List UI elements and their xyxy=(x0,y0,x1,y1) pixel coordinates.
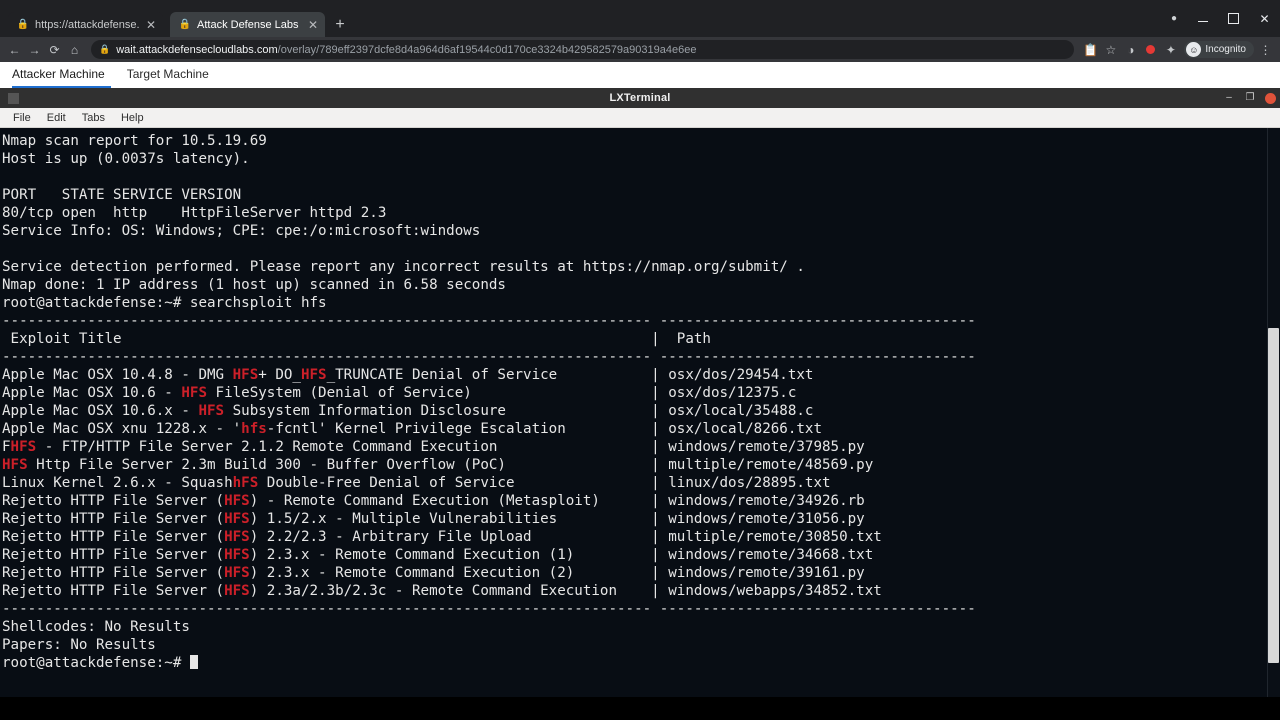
bookmark-star-icon[interactable]: ☆ xyxy=(1102,41,1119,58)
browser-tab-2-title: Attack Defense Labs xyxy=(197,18,299,31)
terminal-table-row: HFS Http File Server 2.3m Build 300 - Bu… xyxy=(2,457,874,473)
incognito-icon: ☺ xyxy=(1186,42,1202,57)
lxterminal-title: LXTerminal xyxy=(609,92,671,104)
window-maximize-button[interactable] xyxy=(1218,0,1249,37)
browser-chrome: 🔒 https://attackdefense.com/challe ✕ 🔒 A… xyxy=(0,0,1280,62)
incognito-indicator[interactable]: ☺ Incognito xyxy=(1184,41,1254,58)
close-icon[interactable]: ✕ xyxy=(307,19,319,31)
extension-circle-icon[interactable]: ◑ xyxy=(1122,41,1139,58)
terminal-cursor xyxy=(189,655,198,669)
terminal-table-row: Apple Mac OSX 10.4.8 - DMG HFS+ DO_HFS_T… xyxy=(2,367,814,383)
profile-indicator-icon[interactable]: ● xyxy=(1161,13,1187,24)
terminal-table-row: Apple Mac OSX xnu 1228.x - 'hfs-fcntl' K… xyxy=(2,421,823,437)
site-lock-icon: 🔒 xyxy=(99,44,111,54)
terminal-scrollbar[interactable] xyxy=(1267,128,1280,697)
terminal-scrollbar-thumb[interactable] xyxy=(1268,328,1279,663)
reload-icon[interactable]: ⟳ xyxy=(46,41,63,58)
window-controls: ● ✕ xyxy=(1161,0,1280,37)
terminal-table-row: Rejetto HTTP File Server (HFS) 2.2/2.3 -… xyxy=(2,529,882,545)
lxterminal-window-buttons: – ❐ xyxy=(1223,92,1276,104)
terminal-table-row: Rejetto HTTP File Server (HFS) 1.5/2.x -… xyxy=(2,511,865,527)
menu-help[interactable]: Help xyxy=(114,111,151,125)
record-indicator-icon[interactable] xyxy=(1142,41,1159,58)
terminal-line: Papers: No Results xyxy=(2,637,156,653)
lxterminal-menubar: File Edit Tabs Help xyxy=(0,108,1280,128)
browser-tab-1[interactable]: 🔒 https://attackdefense.com/challe ✕ xyxy=(8,12,163,37)
browser-toolbar: ← → ⟳ ⌂ 🔒 wait.attackdefensecloudlabs.co… xyxy=(0,37,1280,62)
terminal-table-row: Rejetto HTTP File Server (HFS) 2.3.x - R… xyxy=(2,565,865,581)
menu-tabs[interactable]: Tabs xyxy=(75,111,112,125)
terminal-separator: ----------------------------------------… xyxy=(2,313,976,329)
terminal-line: PORT STATE SERVICE VERSION xyxy=(2,187,242,203)
terminal-table-row: Linux Kernel 2.6.x - SquashhFS Double-Fr… xyxy=(2,475,831,491)
terminal-line: Shellcodes: No Results xyxy=(2,619,190,635)
terminal-screen[interactable]: Nmap scan report for 10.5.19.69 Host is u… xyxy=(0,128,1280,697)
menu-edit[interactable]: Edit xyxy=(40,111,73,125)
terminal-output: Nmap scan report for 10.5.19.69 Host is u… xyxy=(2,132,1280,672)
browser-menu-icon[interactable]: ⋮ xyxy=(1257,41,1274,58)
incognito-label: Incognito xyxy=(1205,44,1246,55)
tab-attacker-machine[interactable]: Attacker Machine xyxy=(12,67,111,88)
terminal-line: Nmap scan report for 10.5.19.69 xyxy=(2,133,267,149)
clipboard-icon[interactable]: 📋 xyxy=(1082,41,1099,58)
terminal-line: root@attackdefense:~# searchsploit hfs xyxy=(2,295,327,311)
terminal-table-row: FHFS - FTP/HTTP File Server 2.1.2 Remote… xyxy=(2,439,865,455)
machine-tabs: Attacker Machine Target Machine xyxy=(0,62,1280,88)
terminal-line: Service detection performed. Please repo… xyxy=(2,259,805,275)
terminal-line: Nmap done: 1 IP address (1 host up) scan… xyxy=(2,277,506,293)
back-icon[interactable]: ← xyxy=(6,41,23,58)
lock-icon: 🔒 xyxy=(16,18,30,30)
address-bar-host: wait.attackdefensecloudlabs.com xyxy=(116,43,278,56)
close-icon[interactable]: ✕ xyxy=(145,19,157,31)
terminal-table-header: Exploit Title | Path xyxy=(2,331,711,347)
lxterminal-window: LXTerminal – ❐ File Edit Tabs Help Nmap … xyxy=(0,88,1280,697)
lxterminal-minimize-button[interactable]: – xyxy=(1223,92,1235,104)
lock-icon: 🔒 xyxy=(178,18,192,30)
terminal-table-row: Apple Mac OSX 10.6.x - HFS Subsystem Inf… xyxy=(2,403,814,419)
terminal-line: Service Info: OS: Windows; CPE: cpe:/o:m… xyxy=(2,223,481,239)
tab-target-machine[interactable]: Target Machine xyxy=(127,67,221,88)
browser-tabstrip: 🔒 https://attackdefense.com/challe ✕ 🔒 A… xyxy=(0,0,1280,37)
terminal-prompt: root@attackdefense:~# xyxy=(2,654,1280,672)
terminal-table-row: Apple Mac OSX 10.6 - HFS FileSystem (Den… xyxy=(2,385,797,401)
lxterminal-maximize-button[interactable]: ❐ xyxy=(1244,92,1256,104)
address-bar[interactable]: 🔒 wait.attackdefensecloudlabs.com /overl… xyxy=(91,40,1075,59)
terminal-separator: ----------------------------------------… xyxy=(2,349,976,365)
menu-file[interactable]: File xyxy=(6,111,38,125)
browser-tab-2[interactable]: 🔒 Attack Defense Labs ✕ xyxy=(170,12,325,37)
terminal-separator: ----------------------------------------… xyxy=(2,601,976,617)
terminal-table-row: Rejetto HTTP File Server (HFS) - Remote … xyxy=(2,493,865,509)
terminal-table-row: Rejetto HTTP File Server (HFS) 2.3.x - R… xyxy=(2,547,874,563)
home-icon[interactable]: ⌂ xyxy=(66,41,83,58)
lxterminal-close-button[interactable] xyxy=(1265,92,1276,104)
terminal-table-row: Rejetto HTTP File Server (HFS) 2.3a/2.3b… xyxy=(2,583,882,599)
terminal-line: 80/tcp open http HttpFileServer httpd 2.… xyxy=(2,205,387,221)
browser-tab-1-title: https://attackdefense.com/challe xyxy=(35,18,139,31)
lxterminal-titlebar: LXTerminal – ❐ xyxy=(0,88,1280,108)
window-minimize-button[interactable] xyxy=(1187,0,1218,37)
new-tab-button[interactable]: + xyxy=(331,17,349,35)
extensions-puzzle-icon[interactable]: ✦ xyxy=(1162,41,1179,58)
forward-icon[interactable]: → xyxy=(26,41,43,58)
window-close-button[interactable]: ✕ xyxy=(1249,0,1280,37)
terminal-line: Host is up (0.0037s latency). xyxy=(2,151,250,167)
address-bar-path: /overlay/789eff2397dcfe8d4a964d6af19544c… xyxy=(277,43,697,56)
